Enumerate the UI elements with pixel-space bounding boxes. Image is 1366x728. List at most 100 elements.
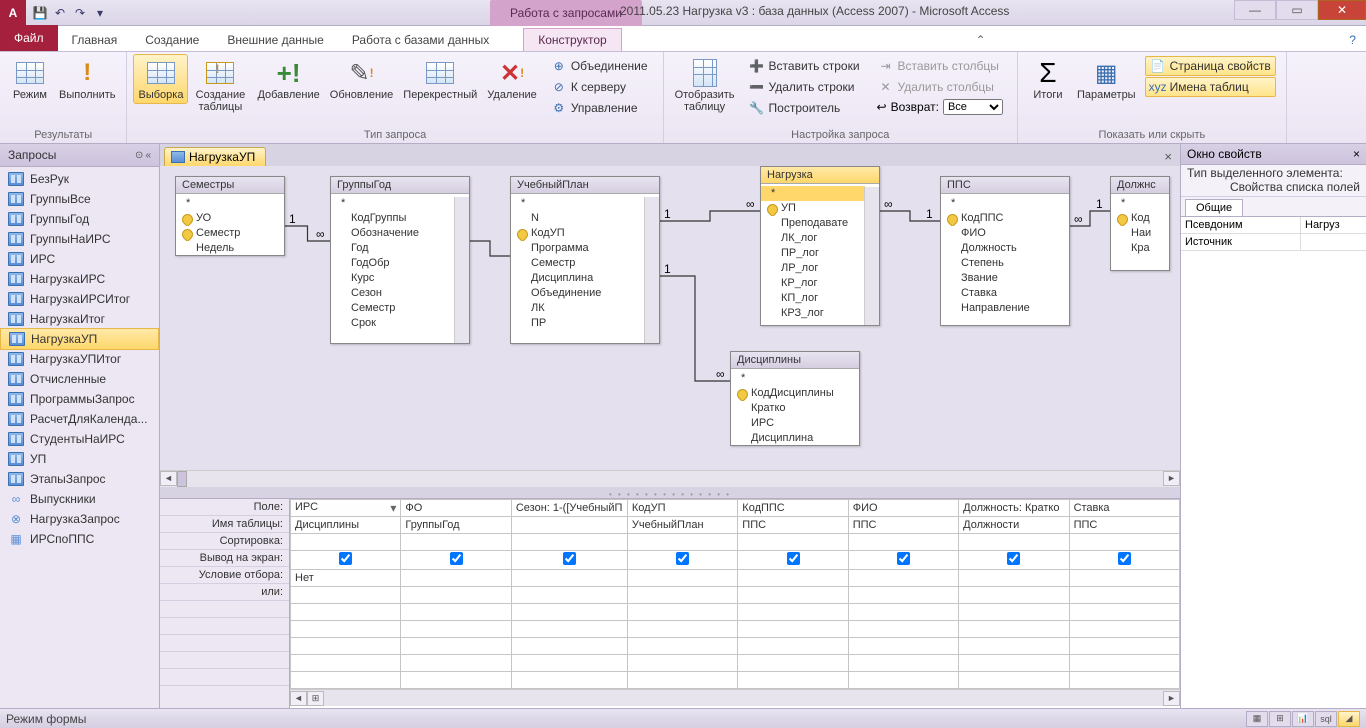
table-header[interactable]: ГруппыГод — [331, 177, 469, 194]
passthrough-button[interactable]: ⊘К серверу — [546, 77, 653, 97]
qat-customize-icon[interactable]: ▾ — [92, 5, 108, 21]
grid-cell[interactable] — [848, 551, 958, 570]
view-button[interactable]: Режим — [6, 54, 54, 104]
prop-value[interactable] — [1301, 234, 1366, 250]
tab-external[interactable]: Внешние данные — [213, 29, 338, 51]
grid-cell[interactable]: ФИО — [848, 500, 958, 517]
grid-scroll-left-icon[interactable]: ◄ — [290, 691, 307, 706]
scroll-right-icon[interactable]: ► — [1163, 471, 1180, 486]
nav-filter-icon[interactable]: ⊙ — [135, 150, 143, 161]
view-sql-icon[interactable]: sql — [1315, 711, 1337, 727]
show-checkbox[interactable] — [676, 552, 689, 565]
grid-cell[interactable]: Ставка — [1069, 500, 1179, 517]
field[interactable]: * — [511, 196, 645, 211]
delete-rows-button[interactable]: ➖Удалить строки — [744, 77, 865, 97]
grid-cell[interactable] — [401, 551, 511, 570]
table-header[interactable]: Дисциплины — [731, 352, 859, 369]
grid-cell[interactable]: УчебныйПлан — [627, 517, 737, 534]
nav-item[interactable]: БезРук — [0, 169, 159, 189]
grid-cell[interactable]: КодУП — [627, 500, 737, 517]
field[interactable]: Семестр — [176, 226, 284, 241]
builder-button[interactable]: 🔧Построитель — [744, 98, 865, 118]
field[interactable]: * — [331, 196, 455, 211]
field[interactable]: * — [941, 196, 1069, 211]
undo-icon[interactable]: ↶ — [52, 5, 68, 21]
grid-cell[interactable]: ИРС ▾ — [291, 500, 401, 517]
grid-scroll-right-icon[interactable]: ► — [1163, 691, 1180, 706]
propsheet-button[interactable]: 📄Страница свойств — [1145, 56, 1276, 76]
grid-cell[interactable] — [627, 570, 737, 587]
nav-item[interactable]: Отчисленные — [0, 369, 159, 389]
file-tab[interactable]: Файл — [0, 25, 58, 51]
crosstab-button[interactable]: Перекрестный — [398, 54, 482, 104]
ribbon-minimize-icon[interactable]: ⌃ — [965, 29, 995, 51]
diagram[interactable]: 1∞1∞1∞∞1∞1 Семестры*УОСеместрНедельГрупп… — [160, 166, 1180, 487]
view-datasheet-icon[interactable]: ▦ — [1246, 711, 1268, 727]
table-header[interactable]: ППС — [941, 177, 1069, 194]
field[interactable]: ГодОбр — [331, 256, 455, 271]
field[interactable]: УО — [176, 211, 284, 226]
save-icon[interactable]: 💾 — [32, 5, 48, 21]
grid-cell[interactable]: ФО — [401, 500, 511, 517]
show-checkbox[interactable] — [563, 552, 576, 565]
field[interactable]: Дисциплина — [511, 271, 645, 286]
grid-cell[interactable] — [738, 551, 848, 570]
field[interactable]: КРЗ_лог — [761, 306, 865, 321]
field[interactable]: КП_лог — [761, 291, 865, 306]
table-dolzh[interactable]: Должнс*КодНаиКра — [1110, 176, 1170, 271]
prop-row[interactable]: ПсевдонимНагруз — [1181, 217, 1366, 234]
delete-button[interactable]: ✕!Удаление — [482, 54, 542, 104]
grid-columns[interactable]: ИРС ▾ФОСезон: 1-([УчебныйПКодУПКодППСФИО… — [290, 499, 1180, 708]
maximize-button[interactable]: ▭ — [1276, 0, 1318, 20]
field[interactable]: Семестр — [511, 256, 645, 271]
grid-cell[interactable] — [1069, 570, 1179, 587]
nav-item[interactable]: ИРС — [0, 249, 159, 269]
tablenames-button[interactable]: xyzИмена таблиц — [1145, 77, 1276, 97]
table-uchplan[interactable]: УчебныйПлан*NКодУППрограммаСеместрДисцип… — [510, 176, 660, 344]
maketable-button[interactable]: !Создание таблицы — [188, 54, 252, 116]
tab-database[interactable]: Работа с базами данных — [338, 29, 503, 51]
field[interactable]: * — [761, 186, 865, 201]
field[interactable]: Дисциплина — [731, 431, 859, 446]
append-button[interactable]: +!Добавление — [252, 54, 324, 104]
diagram-hscroll[interactable]: ◄ ► — [160, 470, 1180, 487]
grid-cell[interactable]: Нет — [291, 570, 401, 587]
table-nagruzka[interactable]: Нагрузка*УППреподаватеЛК_логПР_логЛР_лог… — [760, 166, 880, 326]
nav-item[interactable]: ЭтапыЗапрос — [0, 469, 159, 489]
insert-rows-button[interactable]: ➕Вставить строки — [744, 56, 865, 76]
nav-item[interactable]: НагрузкаУП — [0, 328, 159, 350]
doc-tab[interactable]: НагрузкаУП — [164, 147, 266, 166]
field[interactable]: * — [1111, 196, 1169, 211]
tab-create[interactable]: Создание — [131, 29, 213, 51]
grid-cell[interactable]: ППС — [738, 517, 848, 534]
grid-cell[interactable] — [511, 587, 627, 604]
field[interactable]: Курс — [331, 271, 455, 286]
table-header[interactable]: Нагрузка — [761, 167, 879, 184]
system-menu-icon[interactable]: A — [0, 0, 26, 26]
field[interactable]: Объединение — [511, 286, 645, 301]
nav-header[interactable]: Запросы ⊙« — [0, 144, 159, 167]
grid-cell[interactable] — [959, 551, 1069, 570]
field[interactable]: * — [731, 371, 859, 386]
nav-item[interactable]: НагрузкаУПИтог — [0, 349, 159, 369]
field[interactable]: Кратко — [731, 401, 859, 416]
grid-cell[interactable]: ППС — [848, 517, 958, 534]
grid-cell[interactable] — [959, 534, 1069, 551]
field[interactable]: КодДисциплины — [731, 386, 859, 401]
nav-item[interactable]: РасчетДляКаленда... — [0, 409, 159, 429]
field[interactable]: КР_лог — [761, 276, 865, 291]
nav-item[interactable]: СтудентыНаИРС — [0, 429, 159, 449]
nav-item[interactable]: ГруппыНаИРС — [0, 229, 159, 249]
field[interactable]: ЛК — [511, 301, 645, 316]
grid-cell[interactable] — [511, 534, 627, 551]
nav-item[interactable]: УП — [0, 449, 159, 469]
grid-cell[interactable] — [401, 570, 511, 587]
grid-cell[interactable] — [738, 570, 848, 587]
field[interactable]: Недель — [176, 241, 284, 256]
grid-cell[interactable]: Должности — [959, 517, 1069, 534]
nav-item[interactable]: ∞Выпускники — [0, 489, 159, 509]
grid-cell[interactable]: Сезон: 1-([УчебныйП — [511, 500, 627, 517]
grid-scroll-step-icon[interactable]: ⊞ — [307, 691, 324, 706]
field[interactable]: Направление — [941, 301, 1069, 316]
view-design-icon[interactable]: ◢ — [1338, 711, 1360, 727]
